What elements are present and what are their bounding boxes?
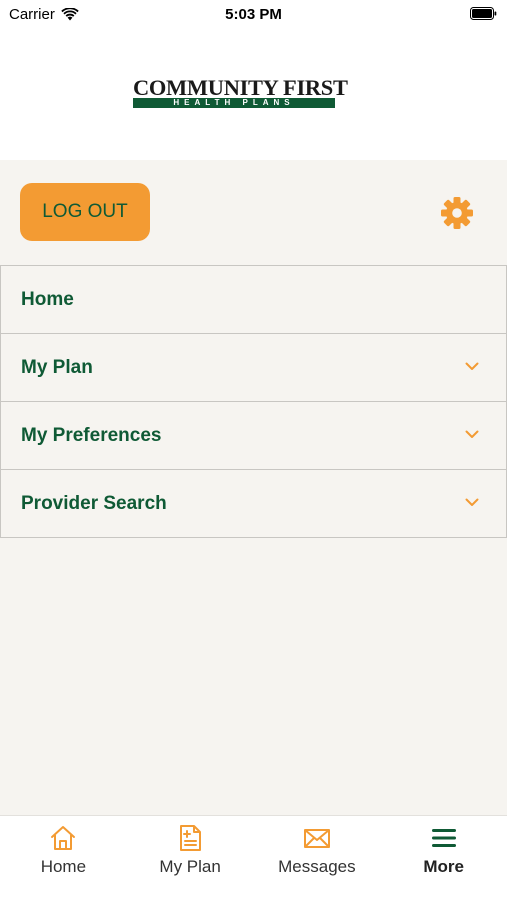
menu-item-my-plan[interactable]: My Plan [0,333,507,402]
more-screen: Carrier 5:03 PM COMMUNITY FIRST HEALTH P… [0,0,507,900]
tab-label: More [423,857,464,876]
menu-item-label: My Plan [21,357,93,378]
status-bar: Carrier 5:03 PM [0,0,507,30]
menu-list: Home My Plan My Preferences Provider Sea… [0,265,507,538]
envelope-icon [303,829,330,848]
tab-label: Messages [278,857,356,876]
gear-icon[interactable] [440,196,474,230]
more-content: LOG OUT Home My Plan My Preferences Prov… [0,160,507,815]
community-first-logo: COMMUNITY FIRST HEALTH PLANS [133,77,348,109]
tab-label: My Plan [159,857,221,876]
tab-more[interactable]: More [380,816,507,900]
home-icon [51,826,76,850]
menu-item-my-preferences[interactable]: My Preferences [0,401,507,470]
logo-subtitle: HEALTH PLANS [133,98,335,108]
logo-wordmark: COMMUNITY FIRST [133,75,348,100]
logout-button[interactable]: LOG OUT [20,183,150,241]
battery-icon [470,7,497,20]
hamburger-icon [431,829,456,847]
header: COMMUNITY FIRST HEALTH PLANS [0,30,507,160]
chevron-down-icon [465,430,479,438]
tab-label: Home [40,857,87,876]
tab-home[interactable]: Home [0,816,127,900]
menu-item-label: Home [21,289,74,310]
menu-item-provider-search[interactable]: Provider Search [0,469,507,538]
document-icon [180,825,202,851]
tab-bar: Home My Plan Messages More [0,815,507,900]
menu-item-label: Provider Search [21,493,167,514]
chevron-down-icon [465,498,479,506]
tab-my-plan[interactable]: My Plan [127,816,254,900]
status-time: 5:03 PM [225,6,282,23]
tab-messages[interactable]: Messages [254,816,381,900]
menu-item-home[interactable]: Home [0,265,507,334]
menu-item-label: My Preferences [21,425,162,446]
chevron-down-icon [465,362,479,370]
